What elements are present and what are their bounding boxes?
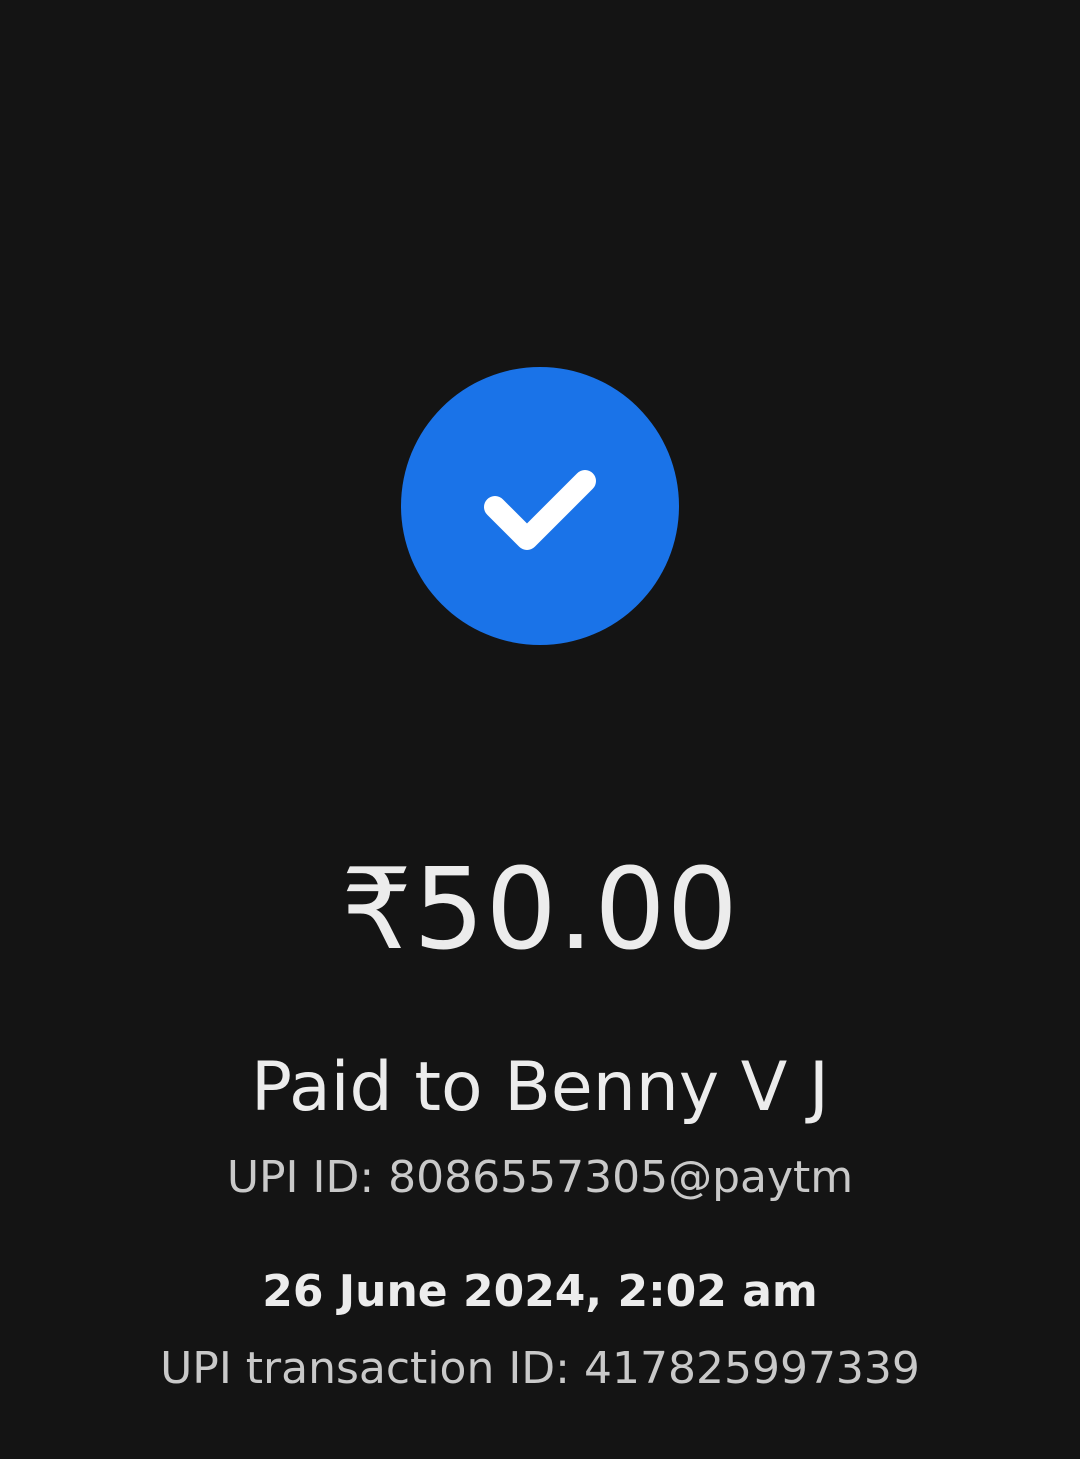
- payment-success-badge: [401, 367, 679, 645]
- payment-datetime: 26 June 2024, 2:02 am: [262, 1266, 818, 1317]
- payment-amount: ₹50.00: [341, 845, 739, 975]
- payee-upi-id: UPI ID: 8086557305@paytm: [226, 1152, 854, 1203]
- upi-transaction-id: UPI transaction ID: 417825997339: [160, 1343, 920, 1394]
- check-icon: [484, 470, 596, 550]
- payee-name: Paid to Benny V J: [251, 1048, 829, 1127]
